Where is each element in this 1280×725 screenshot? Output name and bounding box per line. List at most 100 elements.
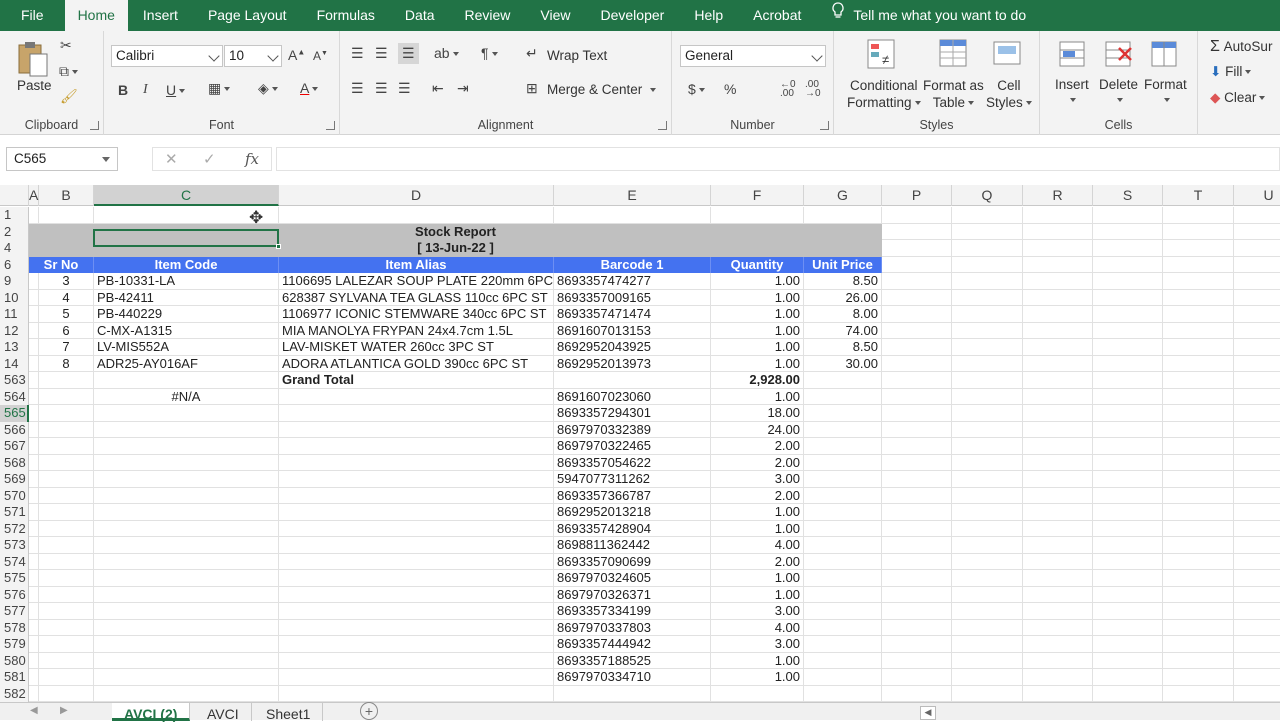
row-header[interactable]: 576 xyxy=(0,586,29,603)
column-header-a[interactable]: A xyxy=(29,185,39,206)
sr-no-cell[interactable]: 5 xyxy=(39,306,94,323)
cell[interactable] xyxy=(1093,240,1163,257)
quantity-cell[interactable]: 1.00 xyxy=(711,355,804,372)
cell[interactable] xyxy=(882,471,952,488)
unit-price-cell[interactable]: 8.50 xyxy=(804,273,882,290)
cell[interactable] xyxy=(1163,537,1234,554)
rtl-icon[interactable]: ¶ xyxy=(481,45,498,61)
cell[interactable] xyxy=(1163,487,1234,504)
increase-indent-icon[interactable]: ⇥ xyxy=(457,80,469,97)
alignment-launcher-icon[interactable] xyxy=(658,121,667,130)
tell-me-box[interactable]: Tell me what you want to do xyxy=(816,0,1041,31)
sheet-tab-avci-2[interactable]: AVCI (2) xyxy=(112,703,191,722)
cell[interactable] xyxy=(29,636,39,653)
quantity-cell[interactable] xyxy=(711,685,804,702)
item-code-cell[interactable] xyxy=(94,438,279,455)
barcode-cell[interactable]: 8693357294301 xyxy=(554,405,711,422)
quantity-cell[interactable]: 1.00 xyxy=(711,570,804,587)
cell[interactable] xyxy=(1234,323,1280,340)
header-item-code[interactable]: Item Code xyxy=(94,256,279,273)
row-header[interactable]: 569 xyxy=(0,471,29,488)
quantity-cell[interactable]: 2.00 xyxy=(711,553,804,570)
item-code-cell[interactable] xyxy=(94,520,279,537)
row-header[interactable]: 567 xyxy=(0,438,29,455)
cell[interactable] xyxy=(1093,306,1163,323)
row-header[interactable]: 565 xyxy=(0,405,29,422)
cell[interactable] xyxy=(1234,554,1280,571)
cell[interactable] xyxy=(952,355,1023,372)
underline-button[interactable]: U xyxy=(166,82,186,98)
cell[interactable] xyxy=(279,438,554,455)
cell[interactable] xyxy=(952,388,1023,405)
cell[interactable] xyxy=(882,685,952,702)
cell[interactable] xyxy=(29,273,39,290)
row-header[interactable]: 6 xyxy=(0,256,29,273)
quantity-cell[interactable]: 1.00 xyxy=(711,520,804,537)
row-header[interactable]: 571 xyxy=(0,504,29,521)
cell[interactable] xyxy=(1023,421,1093,438)
sr-no-cell[interactable]: 7 xyxy=(39,339,94,356)
cell[interactable] xyxy=(882,652,952,669)
quantity-cell[interactable]: 1.00 xyxy=(711,289,804,306)
unit-price-cell[interactable]: 74.00 xyxy=(804,322,882,339)
cell[interactable] xyxy=(1023,669,1093,686)
cell[interactable] xyxy=(804,372,882,389)
cell[interactable] xyxy=(804,207,882,224)
cell[interactable] xyxy=(952,289,1023,306)
cell[interactable] xyxy=(1093,586,1163,603)
cell[interactable] xyxy=(29,289,39,306)
cell[interactable] xyxy=(952,619,1023,636)
grand-total-label[interactable]: Grand Total xyxy=(279,372,554,389)
cell[interactable] xyxy=(1023,223,1093,240)
cell[interactable] xyxy=(711,207,804,224)
cell[interactable] xyxy=(1093,372,1163,389)
cell[interactable] xyxy=(1093,685,1163,702)
cell[interactable] xyxy=(1093,570,1163,587)
cell[interactable] xyxy=(279,652,554,669)
cell[interactable] xyxy=(1023,570,1093,587)
cell[interactable] xyxy=(39,471,94,488)
cell[interactable] xyxy=(29,553,39,570)
cell[interactable] xyxy=(29,619,39,636)
tab-file[interactable]: File xyxy=(0,0,65,31)
cell[interactable] xyxy=(1023,438,1093,455)
unit-price-cell[interactable]: 26.00 xyxy=(804,289,882,306)
item-code-cell[interactable] xyxy=(94,537,279,554)
unit-price-cell[interactable]: 8.50 xyxy=(804,339,882,356)
barcode-cell[interactable]: 8697970326371 xyxy=(554,586,711,603)
row-header[interactable]: 564 xyxy=(0,388,29,405)
cell[interactable] xyxy=(1234,521,1280,538)
align-right-icon[interactable]: ☰ xyxy=(398,80,411,97)
item-code-cell[interactable] xyxy=(94,669,279,686)
cell[interactable] xyxy=(1023,306,1093,323)
row-header[interactable]: 570 xyxy=(0,487,29,504)
cell[interactable] xyxy=(1234,537,1280,554)
cell[interactable] xyxy=(1093,504,1163,521)
cell[interactable] xyxy=(952,273,1023,290)
cell[interactable] xyxy=(1234,653,1280,670)
cell[interactable] xyxy=(1023,273,1093,290)
cell[interactable] xyxy=(279,570,554,587)
cell[interactable] xyxy=(29,652,39,669)
cell[interactable] xyxy=(554,207,711,224)
cell[interactable] xyxy=(1234,273,1280,290)
cell[interactable] xyxy=(952,454,1023,471)
tab-review[interactable]: Review xyxy=(450,0,526,31)
cell[interactable] xyxy=(39,669,94,686)
quantity-cell[interactable]: 24.00 xyxy=(711,421,804,438)
cell[interactable] xyxy=(882,240,952,257)
number-launcher-icon[interactable] xyxy=(820,121,829,130)
sr-no-cell[interactable]: 4 xyxy=(39,289,94,306)
wrap-text-button[interactable]: Wrap Text xyxy=(547,48,607,63)
add-sheet-icon[interactable]: + xyxy=(360,702,378,720)
header-unit-price[interactable]: Unit Price xyxy=(804,256,882,273)
barcode-cell[interactable] xyxy=(554,685,711,702)
cell[interactable] xyxy=(1023,339,1093,356)
cell[interactable] xyxy=(952,586,1023,603)
align-middle-icon[interactable]: ☰ xyxy=(375,45,388,62)
sr-no-cell[interactable]: 3 xyxy=(39,273,94,290)
sheet-tab-avci[interactable]: AVCI xyxy=(195,703,252,722)
cell[interactable] xyxy=(1023,405,1093,422)
barcode-cell[interactable]: 8697970322465 xyxy=(554,438,711,455)
row-header[interactable]: 578 xyxy=(0,619,29,636)
